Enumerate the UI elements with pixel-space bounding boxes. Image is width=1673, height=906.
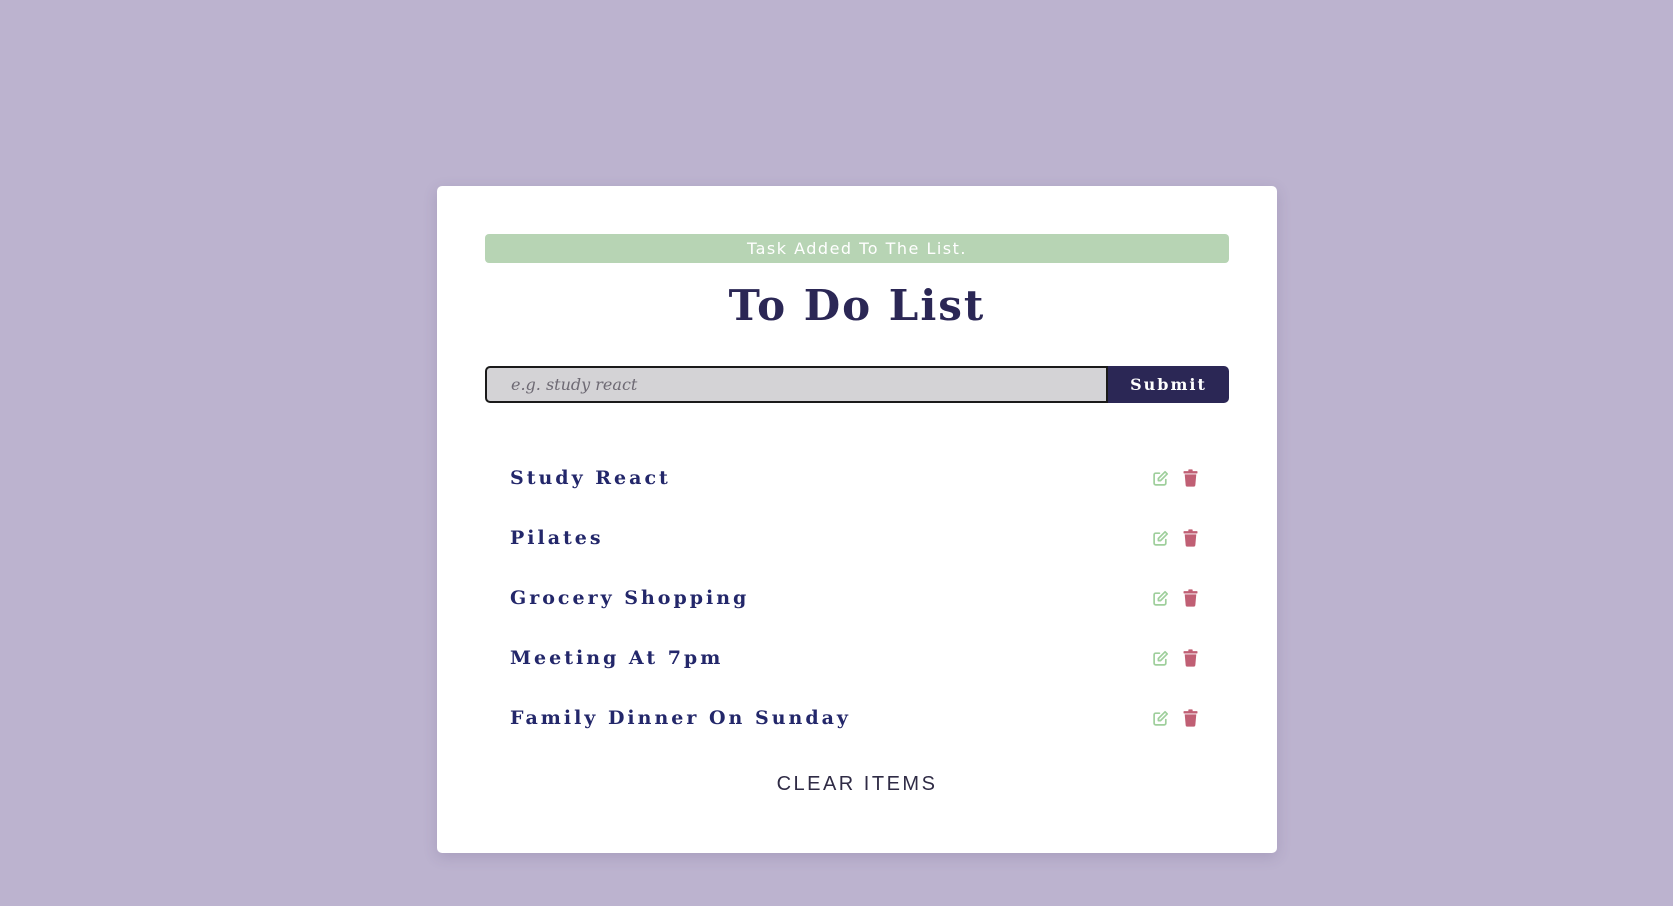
- edit-icon[interactable]: [1151, 468, 1169, 488]
- trash-icon[interactable]: [1181, 708, 1199, 728]
- edit-icon[interactable]: [1151, 648, 1169, 668]
- todo-form: Submit: [485, 366, 1229, 403]
- task-input[interactable]: [485, 366, 1108, 403]
- list-item: Meeting At 7pm: [485, 628, 1229, 688]
- item-actions: [1151, 648, 1199, 668]
- edit-icon[interactable]: [1151, 528, 1169, 548]
- todo-list: Study React Pilates Grocery Shopping Mee…: [485, 448, 1229, 748]
- item-title: Family Dinner On Sunday: [510, 707, 851, 729]
- edit-icon[interactable]: [1151, 588, 1169, 608]
- list-item: Pilates: [485, 508, 1229, 568]
- item-actions: [1151, 528, 1199, 548]
- submit-button[interactable]: Submit: [1108, 366, 1229, 403]
- todo-card: Task Added To The List. To Do List Submi…: [437, 186, 1277, 853]
- trash-icon[interactable]: [1181, 528, 1199, 548]
- item-title: Study React: [510, 467, 671, 489]
- page-title: To Do List: [728, 281, 986, 330]
- clear-items-button[interactable]: CLEAR ITEMS: [437, 773, 1277, 796]
- item-actions: [1151, 468, 1199, 488]
- trash-icon[interactable]: [1181, 648, 1199, 668]
- edit-icon[interactable]: [1151, 708, 1169, 728]
- list-item: Study React: [485, 448, 1229, 508]
- item-actions: [1151, 588, 1199, 608]
- item-title: Meeting At 7pm: [510, 647, 724, 669]
- list-item: Family Dinner On Sunday: [485, 688, 1229, 748]
- item-actions: [1151, 708, 1199, 728]
- alert-banner: Task Added To The List.: [485, 234, 1229, 263]
- item-title: Grocery Shopping: [510, 587, 750, 609]
- item-title: Pilates: [510, 527, 604, 549]
- list-item: Grocery Shopping: [485, 568, 1229, 628]
- trash-icon[interactable]: [1181, 588, 1199, 608]
- trash-icon[interactable]: [1181, 468, 1199, 488]
